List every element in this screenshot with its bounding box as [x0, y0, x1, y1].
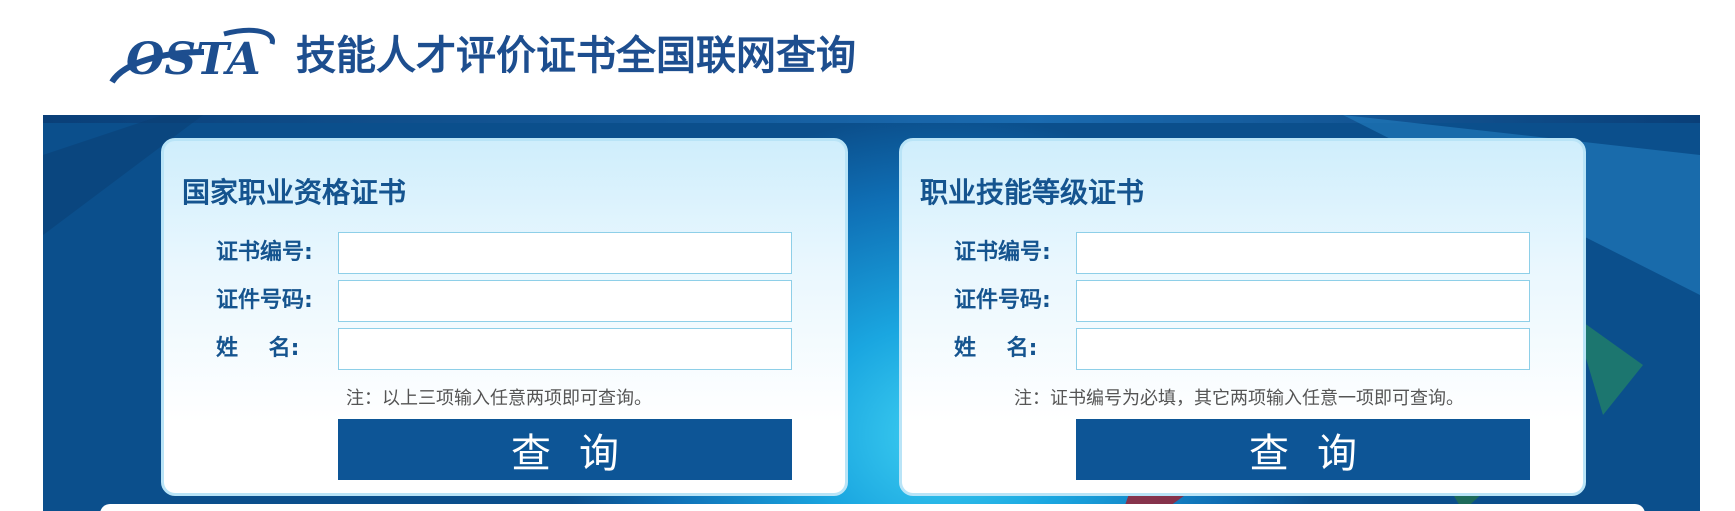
- query-button[interactable]: 查询: [1076, 419, 1530, 480]
- label-name: 姓 名:: [954, 336, 1038, 361]
- name-input[interactable]: [338, 328, 792, 370]
- certificate-number-input[interactable]: [1076, 232, 1530, 274]
- label-certificate-number: 证书编号:: [216, 240, 313, 265]
- page-header: OSTA 技能人才评价证书全国联网查询: [0, 0, 1735, 115]
- osta-logo: OSTA: [109, 27, 275, 85]
- logo-text: OSTA: [126, 34, 261, 85]
- label-name: 姓 名:: [216, 336, 300, 361]
- card-national-qualification: 国家职业资格证书 证书编号: 证件号码: 姓 名: 注：以上三项输入任意两项即可…: [161, 138, 848, 496]
- query-note: 注：证书编号为必填，其它两项输入任意一项即可查询。: [1014, 388, 1464, 409]
- query-button[interactable]: 查询: [338, 419, 792, 480]
- query-note: 注：以上三项输入任意两项即可查询。: [346, 388, 652, 409]
- id-number-input[interactable]: [1076, 280, 1530, 322]
- label-certificate-number: 证书编号:: [954, 240, 1051, 265]
- label-id-number: 证件号码:: [216, 288, 313, 313]
- label-id-number: 证件号码:: [954, 288, 1051, 313]
- name-input[interactable]: [1076, 328, 1530, 370]
- certificate-number-input[interactable]: [338, 232, 792, 274]
- card-title: 职业技能等级证书: [920, 176, 1145, 209]
- card-skill-level: 职业技能等级证书 证书编号: 证件号码: 姓 名: 注：证书编号为必填，其它两项…: [899, 138, 1586, 496]
- content-panel-top-edge: [100, 504, 1645, 511]
- site-title: 技能人才评价证书全国联网查询: [296, 33, 856, 79]
- id-number-input[interactable]: [338, 280, 792, 322]
- card-title: 国家职业资格证书: [182, 176, 407, 209]
